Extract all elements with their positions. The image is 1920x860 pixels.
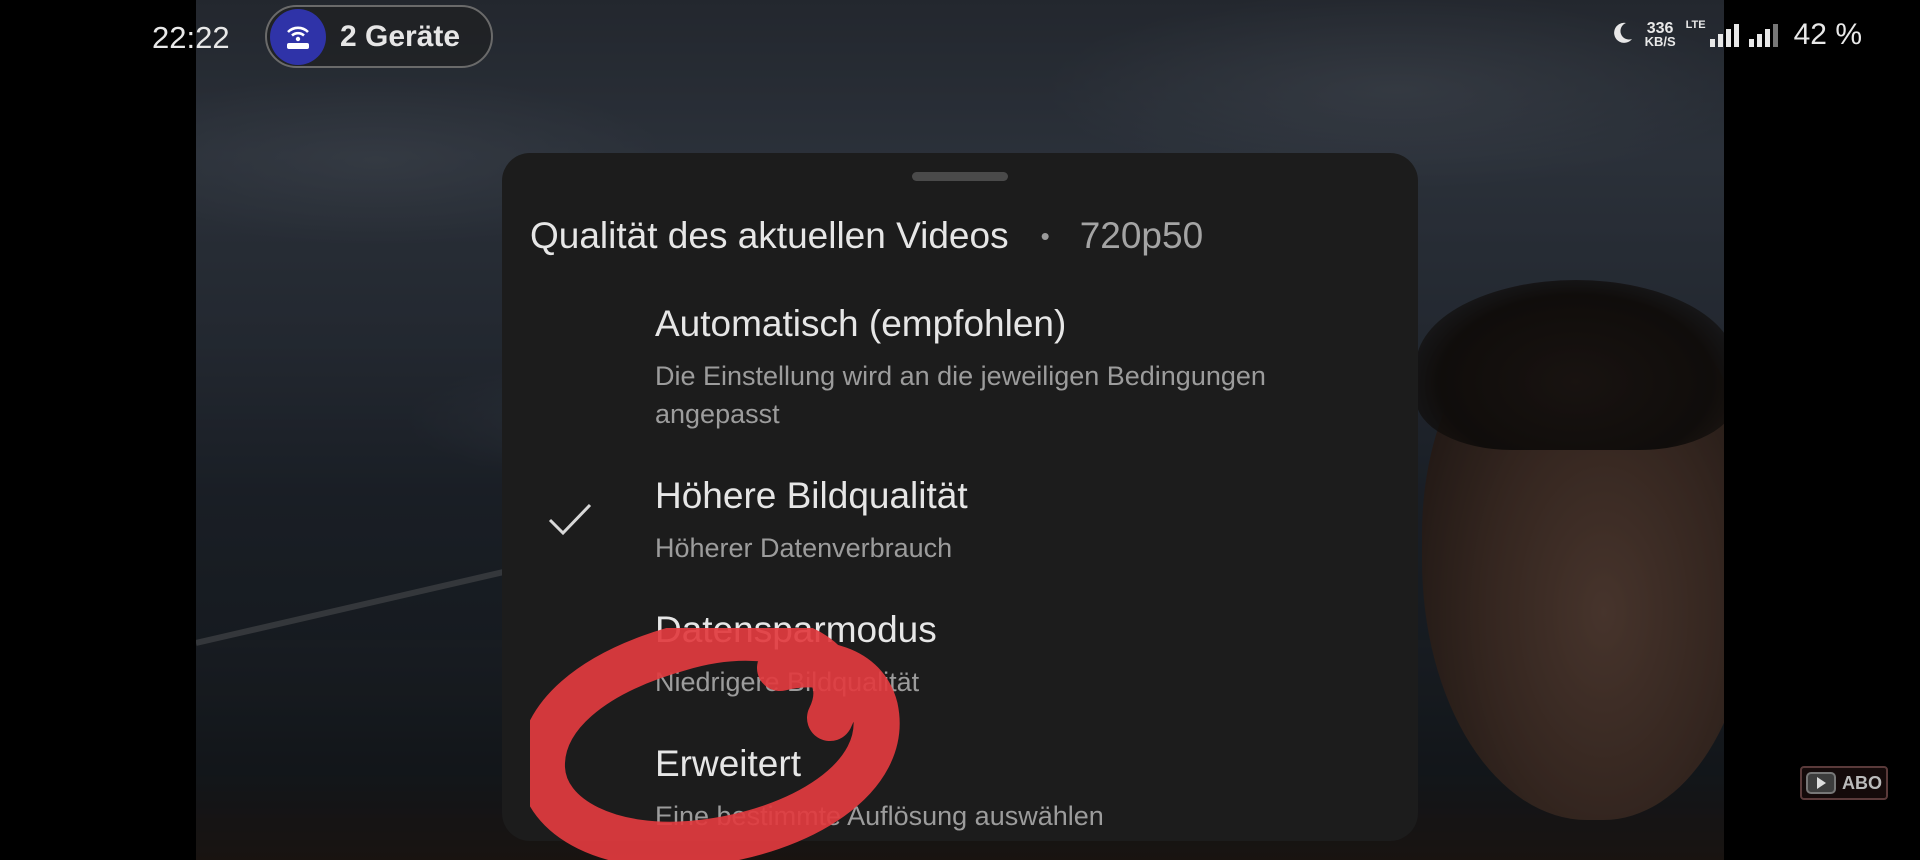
option-title: Erweitert [655,743,801,784]
option-description: Höherer Datenverbrauch [655,533,953,563]
header-separator: • [1040,220,1050,251]
lte-label: LTE [1685,19,1706,31]
sheet-drag-handle[interactable] [912,172,1008,181]
option-title: Höhere Bildqualität [655,475,968,516]
sheet-title: Qualität des aktuellen Videos [530,215,1009,256]
current-quality-value: 720p50 [1079,215,1204,256]
option-description: Die Einstellung wird an die jeweiligen B… [655,361,1266,429]
checkmark-icon [547,501,593,542]
network-speed: 336 KB/S [1644,21,1676,49]
quality-option-auto[interactable]: Automatisch (empfohlen) Die Einstellung … [502,303,1418,463]
subscribe-label: ABO [1842,772,1882,793]
option-description: Niedrigere Bildqualität [655,667,920,697]
quality-option-higher[interactable]: Höhere Bildqualität Höherer Datenverbrau… [502,475,1418,595]
option-description: Eine bestimmte Auflösung auswählen [655,801,1104,831]
connected-devices-chip[interactable]: 2 Geräte [265,5,493,68]
youtube-play-icon [1806,772,1836,794]
signal-bars-sim2-icon [1748,23,1778,47]
quality-option-data-saver[interactable]: Datensparmodus Niedrigere Bildqualität [502,609,1418,729]
option-title: Automatisch (empfohlen) [655,303,1067,344]
sheet-header: Qualität des aktuellen Videos • 720p50 [530,215,1203,257]
status-icons: 336 KB/S LTE 42 % [1609,18,1862,52]
moon-icon [1609,20,1635,51]
devices-count-label: 2 Geräte [340,19,461,53]
wifi-router-icon [270,8,326,65]
quality-bottom-sheet: Qualität des aktuellen Videos • 720p50 A… [502,153,1418,841]
network-speed-unit: KB/S [1644,34,1676,49]
signal-bars-sim1-icon [1709,23,1739,47]
subscribe-watermark[interactable]: ABO [1800,766,1888,800]
battery-percentage: 42 % [1793,18,1862,51]
option-title: Datensparmodus [655,609,937,650]
status-time: 22:22 [152,20,230,55]
quality-option-advanced[interactable]: Erweitert Eine bestimmte Auflösung auswä… [502,743,1418,841]
